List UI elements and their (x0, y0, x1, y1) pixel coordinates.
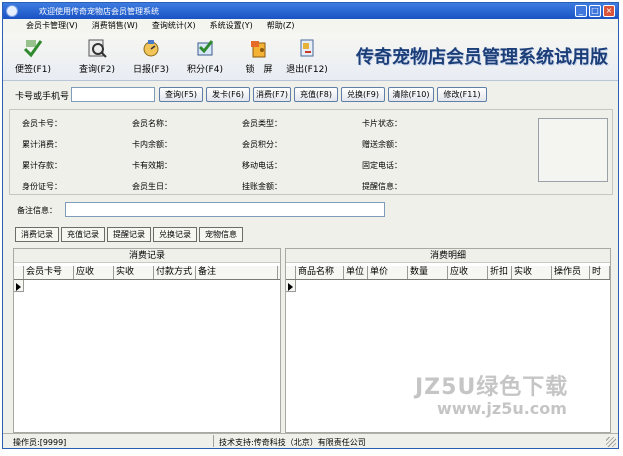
query-icon (88, 39, 107, 58)
memo-label: 便签(F1) (15, 65, 51, 75)
watermark-url: www.jz5u.com (437, 399, 567, 418)
tab-consumption-records[interactable]: 消费记录 (15, 227, 59, 242)
col-payment-method[interactable]: 付款方式 (154, 266, 196, 279)
member-points-label: 会员积分： (242, 140, 282, 149)
credit-amount-label: 挂账金额： (242, 182, 282, 191)
col-quantity[interactable]: 数量 (408, 266, 448, 279)
watermark-brand: JZ5U绿色下载 (415, 375, 569, 400)
maximize-button[interactable]: □ (589, 5, 601, 17)
window-title: 欢迎使用传奇宠物店会员管理系统 (39, 7, 159, 16)
exchange-button[interactable]: 兑换(F9) (341, 87, 385, 102)
exit-icon (300, 39, 314, 57)
search-row: 卡号或手机号 查询(F5) 发卡(F6) 消费(F7) 充值(F8) 兑换(F9… (3, 83, 618, 105)
col-detail-received[interactable]: 实收 (512, 266, 552, 279)
id-number-label: 身份证号： (22, 182, 62, 191)
col-discount[interactable]: 折扣 (488, 266, 512, 279)
col-operator[interactable]: 操作员 (552, 266, 590, 279)
query-label: 查询(F2) (79, 65, 115, 75)
menu-statistics[interactable]: 查询统计(X) (145, 19, 203, 33)
exit-label: 退出(F12) (286, 65, 328, 75)
card-or-phone-input[interactable] (71, 87, 155, 102)
points-button[interactable]: 积分(F4) (181, 35, 229, 79)
consumption-grid-body[interactable] (14, 280, 280, 432)
remarks-input[interactable] (65, 202, 385, 217)
member-name-label: 会员名称： (132, 119, 172, 128)
issue-card-button[interactable]: 发卡(F6) (206, 87, 250, 102)
col-product-name[interactable]: 商品名称 (296, 266, 344, 279)
query-action-button[interactable]: 查询(F5) (159, 87, 203, 102)
tab-recharge-records[interactable]: 充值记录 (61, 227, 105, 242)
consumption-grid-header: 会员卡号 应收 实收 付款方式 备注 (14, 266, 280, 280)
total-deposit-label: 累计存款： (22, 161, 62, 170)
col-detail-receivable[interactable]: 应收 (448, 266, 488, 279)
card-expiry-label: 卡有效期： (132, 161, 172, 170)
col-receivable[interactable]: 应收 (74, 266, 114, 279)
minimize-button[interactable]: _ (575, 5, 587, 17)
details-row-indicator-arrow (288, 283, 293, 291)
consume-button[interactable]: 消费(F7) (253, 87, 291, 102)
status-bar: 操作员:[9999] 技术支持:传奇科技（北京）有限责任公司 (3, 433, 618, 448)
search-label: 卡号或手机号 (15, 92, 70, 102)
col-received[interactable]: 实收 (114, 266, 154, 279)
exit-button[interactable]: 退出(F12) (283, 35, 331, 79)
card-status-label: 卡片状态： (362, 119, 402, 128)
remarks-label: 备注信息： (17, 206, 57, 215)
bonus-balance-label: 赠送余额： (362, 140, 402, 149)
details-grid-header: 商品名称 单位 单价 数量 应收 折扣 实收 操作员 时 (286, 266, 610, 280)
card-number-label: 会员卡号： (22, 119, 62, 128)
points-icon (197, 40, 214, 56)
clear-button[interactable]: 清除(F10) (388, 87, 434, 102)
total-consumption-label: 累计消费： (22, 140, 62, 149)
tab-exchange-records[interactable]: 兑换记录 (153, 227, 197, 242)
tab-pet-info[interactable]: 宠物信息 (199, 227, 243, 242)
resize-grip[interactable] (606, 437, 616, 447)
consumption-records-pane: 消费记录 会员卡号 应收 实收 付款方式 备注 (13, 248, 281, 433)
modify-button[interactable]: 修改(F11) (437, 87, 487, 102)
operator-status: 操作员:[9999] (13, 438, 67, 447)
tab-reminder-records[interactable]: 提醒记录 (107, 227, 151, 242)
member-type-label: 会员类型： (242, 119, 282, 128)
consumption-details-title: 消费明细 (286, 249, 610, 263)
app-banner: 传奇宠物店会员管理系统试用版 (356, 47, 608, 68)
col-unit[interactable]: 单位 (344, 266, 368, 279)
recharge-button[interactable]: 充值(F8) (294, 87, 338, 102)
title-bar: 欢迎使用传奇宠物店会员管理系统 _ □ × (3, 3, 618, 19)
memo-button[interactable]: 便签(F1) (9, 35, 57, 79)
toolbar: 便签(F1) 查询(F2) 日报(F3) 积分(F4) 锁 屏 退出(F12) … (3, 33, 618, 81)
app-icon[interactable] (6, 5, 18, 17)
menu-bar: 会员卡管理(V) 消费销售(W) 查询统计(X) 系统设置(Y) 帮助(Z) (3, 19, 618, 33)
daily-report-button[interactable]: 日报(F3) (127, 35, 175, 79)
consumption-records-title: 消费记录 (14, 249, 280, 263)
row-indicator-arrow (16, 283, 21, 291)
menu-help[interactable]: 帮助(Z) (260, 19, 302, 33)
menu-settings[interactable]: 系统设置(Y) (203, 19, 260, 33)
col-remarks[interactable]: 备注 (196, 266, 278, 279)
landline-phone-label: 固定电话： (362, 161, 402, 170)
main-window: 欢迎使用传奇宠物店会员管理系统 _ □ × 会员卡管理(V) 消费销售(W) 查… (2, 2, 619, 449)
reminder-info-label: 提醒信息： (362, 182, 402, 191)
points-label: 积分(F4) (187, 65, 223, 75)
site-watermark: JZ5U绿色下载 www.jz5u.com (415, 369, 605, 425)
lock-screen-icon (251, 41, 266, 58)
member-birthday-label: 会员生日： (132, 182, 172, 191)
memo-icon (23, 40, 43, 58)
daily-report-label: 日报(F3) (133, 65, 169, 75)
daily-report-icon (143, 40, 159, 57)
close-button[interactable]: × (603, 5, 615, 17)
lock-screen-button[interactable]: 锁 屏 (235, 35, 283, 79)
menu-sales[interactable]: 消费销售(W) (85, 19, 145, 33)
support-status: 技术支持:传奇科技（北京）有限责任公司 (219, 438, 366, 447)
col-time[interactable]: 时 (590, 266, 610, 279)
lock-screen-label: 锁 屏 (245, 65, 273, 75)
col-unit-price[interactable]: 单价 (368, 266, 408, 279)
card-balance-label: 卡内余额： (132, 140, 172, 149)
col-card-number[interactable]: 会员卡号 (24, 266, 74, 279)
member-info-panel: 会员卡号： 累计消费： 累计存款： 身份证号： 会员名称： 卡内余额： 卡有效期… (9, 109, 613, 195)
menu-card-management[interactable]: 会员卡管理(V) (19, 19, 85, 33)
member-photo-box (538, 118, 608, 182)
query-button[interactable]: 查询(F2) (73, 35, 121, 79)
mobile-phone-label: 移动电话： (242, 161, 282, 170)
